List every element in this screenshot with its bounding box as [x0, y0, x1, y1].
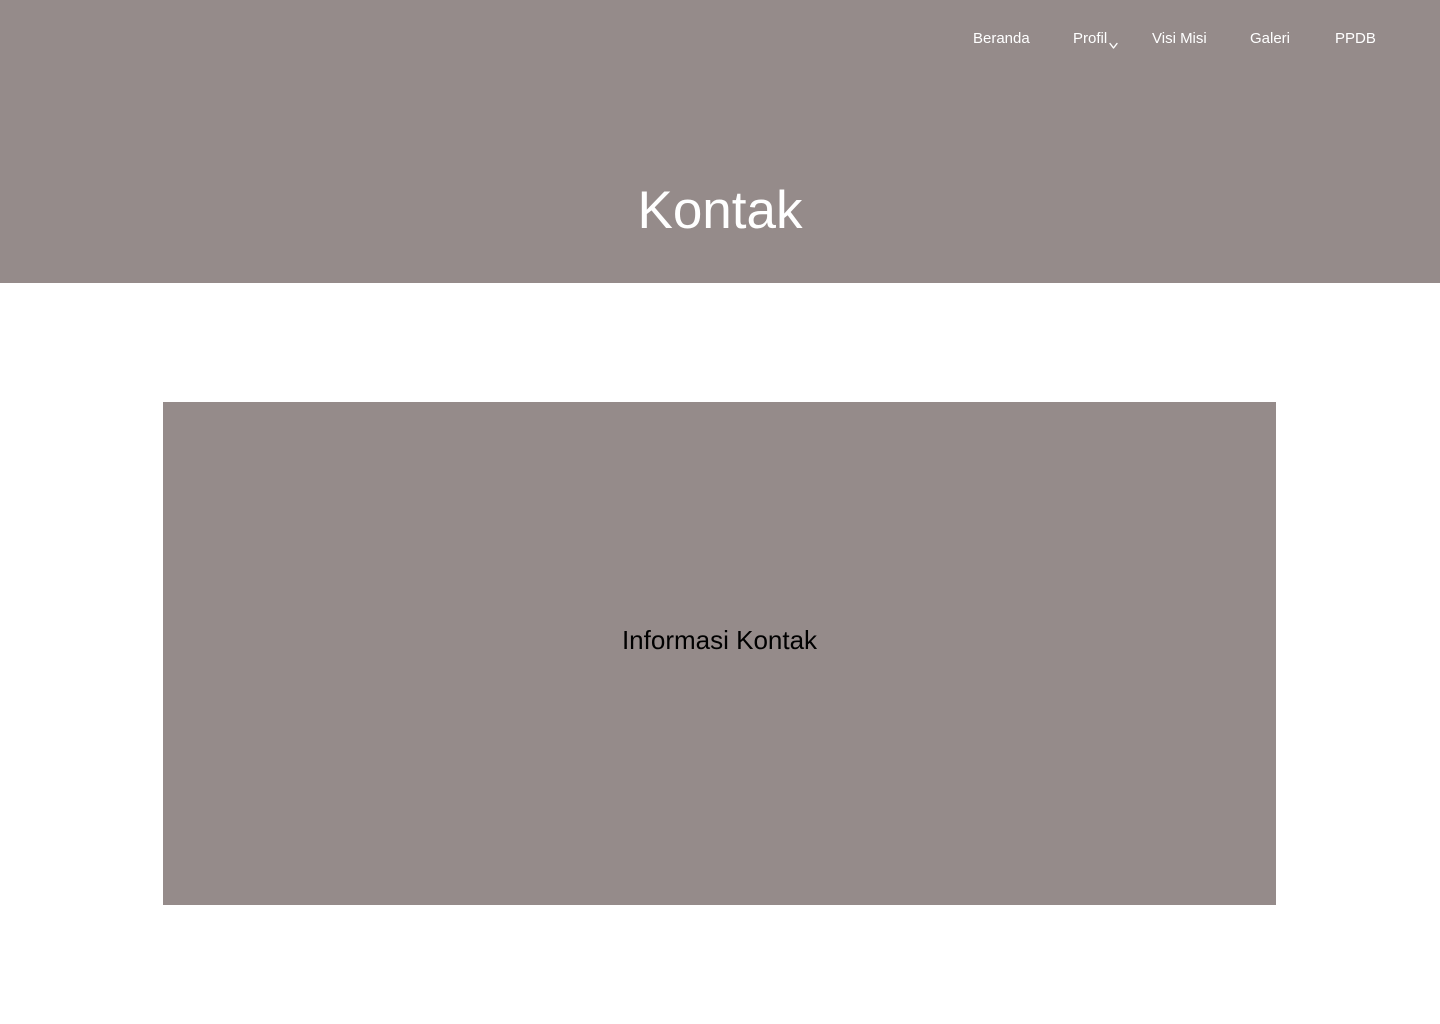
hero-banner: Beranda Profil Visi Misi Galeri PPDB Kon…	[0, 0, 1440, 283]
nav-item-galeri[interactable]: Galeri	[1250, 29, 1290, 49]
nav-item-profil[interactable]: Profil	[1073, 29, 1118, 49]
nav-item-visi-misi[interactable]: Visi Misi	[1152, 29, 1207, 49]
page-title: Kontak	[637, 181, 803, 240]
nav-item-ppdb[interactable]: PPDB	[1335, 29, 1376, 49]
nav-item-label: Profil	[1073, 30, 1108, 47]
contact-info-title: Informasi Kontak	[621, 624, 818, 655]
nav-item-label: PPDB	[1335, 30, 1376, 47]
main-navigation: Beranda Profil Visi Misi Galeri PPDB	[0, 29, 1440, 49]
nav-item-label: Visi Misi	[1152, 30, 1207, 47]
chevron-down-icon	[1109, 36, 1118, 49]
contact-info-card: Informasi Kontak	[163, 402, 1276, 905]
nav-item-beranda[interactable]: Beranda	[973, 29, 1030, 49]
nav-item-label: Galeri	[1250, 30, 1291, 47]
nav-item-label: Beranda	[973, 30, 1030, 47]
